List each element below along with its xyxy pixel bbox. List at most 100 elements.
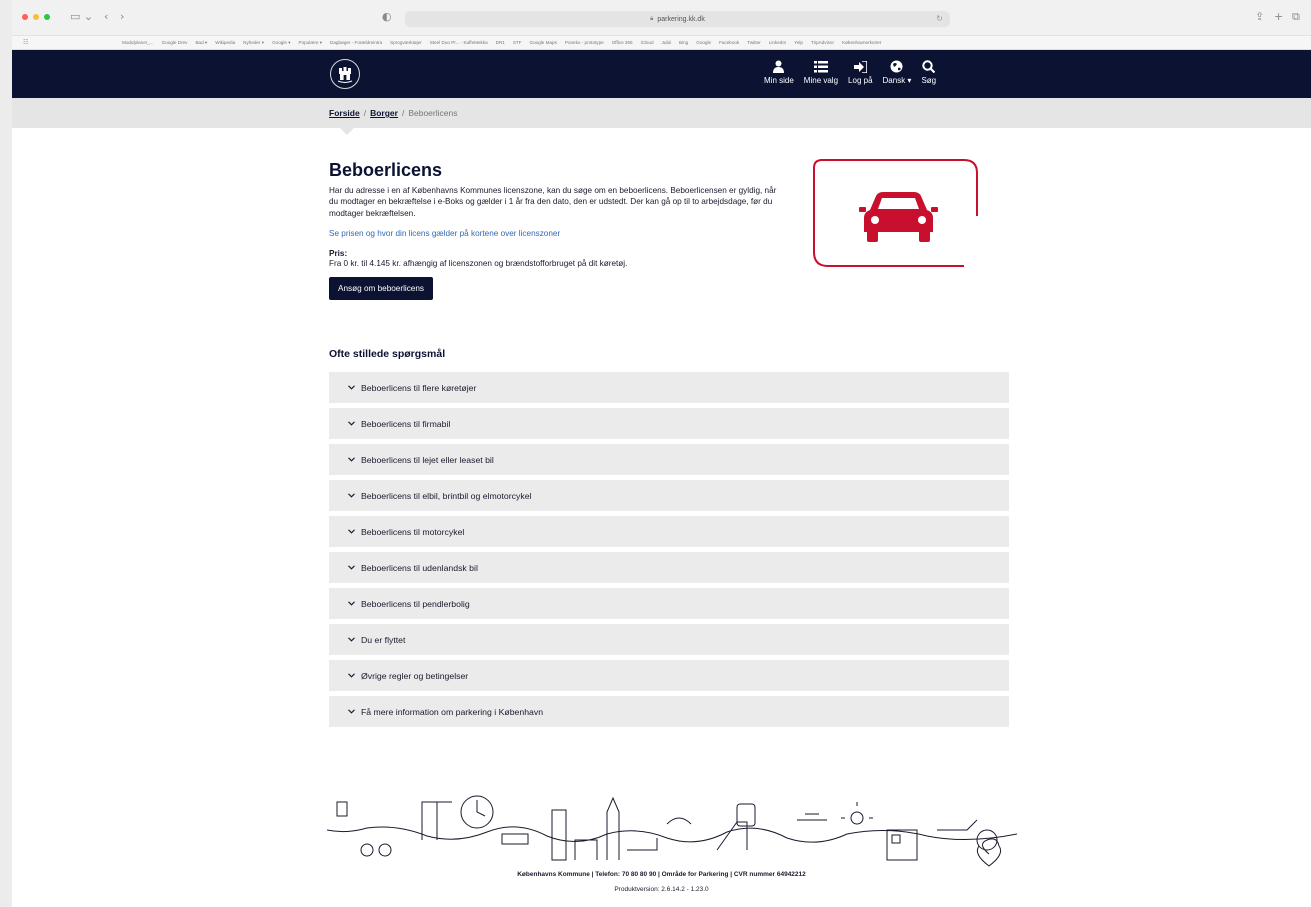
bookmark-item[interactable]: Google [696, 40, 711, 45]
bookmark-item[interactable]: Google Drev [162, 40, 188, 45]
bookmark-item[interactable]: Google ▾ [272, 40, 290, 46]
bookmark-item[interactable]: Yelp [794, 40, 803, 45]
faq-item[interactable]: Beboerlicens til motorcykel [329, 516, 1009, 547]
breadcrumb-link-borger[interactable]: Borger [370, 108, 398, 118]
price-zones-link[interactable]: Se prisen og hvor din licens gælder på k… [329, 229, 1009, 238]
chevron-down-icon [348, 601, 355, 606]
search-icon [922, 60, 936, 73]
nav-label: Log på [848, 76, 873, 85]
faq-item-label: Øvrige regler og betingelser [361, 670, 469, 681]
breadcrumb-notch [340, 128, 354, 135]
faq-item-label: Beboerlicens til motorcykel [361, 526, 465, 537]
list-icon [813, 61, 828, 73]
faq-item-label: Beboerlicens til firmabil [361, 418, 451, 429]
close-window-button[interactable] [22, 14, 28, 20]
bookmark-item[interactable]: TripAdvisor [811, 40, 834, 45]
copenhagen-skyline-illustration [327, 795, 1017, 867]
faq-title: Ofte stillede spørgsmål [329, 348, 446, 360]
apply-license-button[interactable]: Ansøg om beboerlicens [329, 276, 434, 300]
back-icon[interactable]: ‹ [104, 10, 108, 23]
tab-overview-icon[interactable]: ⧉ [1292, 10, 1300, 24]
bookmark-item[interactable]: Steel Duo Pr... - KaffeMekka [430, 40, 488, 45]
faq-item-label: Beboerlicens til elbil, brintbil og elmo… [361, 490, 532, 501]
nav-search[interactable]: Søg [921, 58, 936, 85]
bookmark-item[interactable]: Bad ▾ [195, 40, 207, 46]
bookmark-item[interactable]: DR1 [496, 40, 505, 45]
chevron-down-icon [348, 637, 355, 642]
bookmark-item[interactable]: Jubii [662, 40, 671, 45]
kk-logo[interactable] [330, 59, 360, 89]
faq-item[interactable]: Beboerlicens til pendlerbolig [329, 588, 1009, 619]
breadcrumb-separator: / [401, 108, 405, 118]
bookmark-item[interactable]: Poneko - prototype [565, 40, 604, 45]
address-bar[interactable]: 🔒︎ parkering.kk.dk ↻ [405, 11, 950, 27]
bookmark-item[interactable]: Nyheder ▾ [243, 40, 264, 46]
bookmark-item[interactable]: Dagbøger - Forældreintra [330, 40, 382, 45]
bookmark-item[interactable]: Populære ▾ [299, 40, 323, 46]
bookmarks-grid-icon[interactable]: ☷ [23, 39, 28, 46]
nav-log-paa[interactable]: Log på [848, 58, 873, 85]
chevron-down-icon [348, 709, 355, 714]
faq-item-label: Beboerlicens til pendlerbolig [361, 598, 470, 609]
nav-label: Mine valg [803, 76, 839, 85]
bookmark-item[interactable]: Google Maps [530, 40, 557, 45]
bookmark-item[interactable]: Bing [679, 40, 688, 45]
bookmark-item[interactable]: Twitter [747, 40, 761, 45]
nav-label: Dansk ▾ [882, 76, 912, 85]
breadcrumb: Forside / Borger / Beboerlicens [329, 108, 457, 118]
forward-icon[interactable]: › [120, 10, 124, 23]
reload-icon[interactable]: ↻ [936, 14, 943, 23]
bookmark-item[interactable]: Wikipedia [215, 40, 235, 45]
window-controls[interactable] [22, 14, 50, 20]
faq-list: Beboerlicens til flere køretøjer Beboerli… [329, 372, 1009, 732]
sidebar-icon[interactable]: ▭ ⌄ [70, 10, 93, 23]
footer-contact: Københavns Kommune | Telefon: 70 80 80 9… [517, 871, 806, 878]
faq-item[interactable]: Beboerlicens til elbil, brintbil og elmo… [329, 480, 1009, 511]
bookmark-item[interactable]: Københavnerkortet [842, 40, 881, 45]
nav-label: Min side [764, 76, 794, 85]
price-label: Pris: [329, 248, 348, 258]
site-header: Min side Mine valg Log på Dansk ▾ Søg [12, 50, 1311, 98]
breadcrumb-bar: Forside / Borger / Beboerlicens [12, 98, 1311, 128]
faq-item-label: Du er flyttet [361, 634, 406, 645]
faq-item[interactable]: Få mere information om parkering i Køben… [329, 696, 1009, 727]
bookmark-item[interactable]: Facebook [719, 40, 739, 45]
privacy-shield-icon[interactable]: ◐ [382, 10, 392, 23]
lock-icon: 🔒︎ [650, 15, 654, 22]
faq-item[interactable]: Beboerlicens til lejet eller leaset bil [329, 444, 1009, 475]
nav-mine-valg[interactable]: Mine valg [804, 58, 838, 85]
browser-toolbar: ▭ ⌄ ‹ › ◐ 🔒︎ parkering.kk.dk ↻ ⇪ + ⧉ [12, 0, 1311, 36]
bookmark-item[interactable]: STF [513, 40, 522, 45]
chevron-down-icon [348, 421, 355, 426]
bookmark-item[interactable]: Sprogværktøjer [390, 40, 422, 45]
chevron-down-icon [348, 673, 355, 678]
breadcrumb-separator: / [363, 108, 367, 118]
faq-item[interactable]: Beboerlicens til udenlandsk bil [329, 552, 1009, 583]
bookmarks-bar: ☷ Modulplaner_... Google Drev Bad ▾ Wikiped… [12, 36, 1311, 50]
faq-item-label: Få mere information om parkering i Køben… [361, 706, 544, 717]
bookmark-item[interactable]: Office 365 [612, 40, 633, 45]
faq-item[interactable]: Øvrige regler og betingelser [329, 660, 1009, 691]
main-content: Beboerlicens Har du adresse i en af Købe… [329, 148, 1009, 300]
nav-label: Søg [921, 76, 937, 85]
footer-version: Produktversion: 2.6.14.2 - 1.23.0 [614, 886, 709, 893]
faq-item[interactable]: Beboerlicens til firmabil [329, 408, 1009, 439]
breadcrumb-link-forside[interactable]: Forside [329, 108, 360, 118]
globe-icon [890, 60, 903, 73]
url-text: parkering.kk.dk [657, 15, 705, 23]
bookmark-item[interactable]: iCloud [641, 40, 654, 45]
minimize-window-button[interactable] [33, 14, 39, 20]
nav-language[interactable]: Dansk ▾ [882, 58, 912, 85]
zoom-window-button[interactable] [44, 14, 50, 20]
new-tab-icon[interactable]: + [1274, 10, 1283, 23]
castle-crest-icon [337, 67, 353, 83]
bookmark-item[interactable]: Modulplaner_... [122, 40, 154, 45]
chevron-down-icon [348, 457, 355, 462]
share-icon[interactable]: ⇪ [1255, 10, 1264, 23]
bookmark-item[interactable]: LinkedIn [769, 40, 786, 45]
faq-item[interactable]: Beboerlicens til flere køretøjer [329, 372, 1009, 403]
breadcrumb-current: Beboerlicens [408, 108, 458, 118]
faq-item[interactable]: Du er flyttet [329, 624, 1009, 655]
intro-text: Har du adresse i en af Københavns Kommun… [329, 186, 777, 218]
nav-min-side[interactable]: Min side [764, 58, 794, 85]
